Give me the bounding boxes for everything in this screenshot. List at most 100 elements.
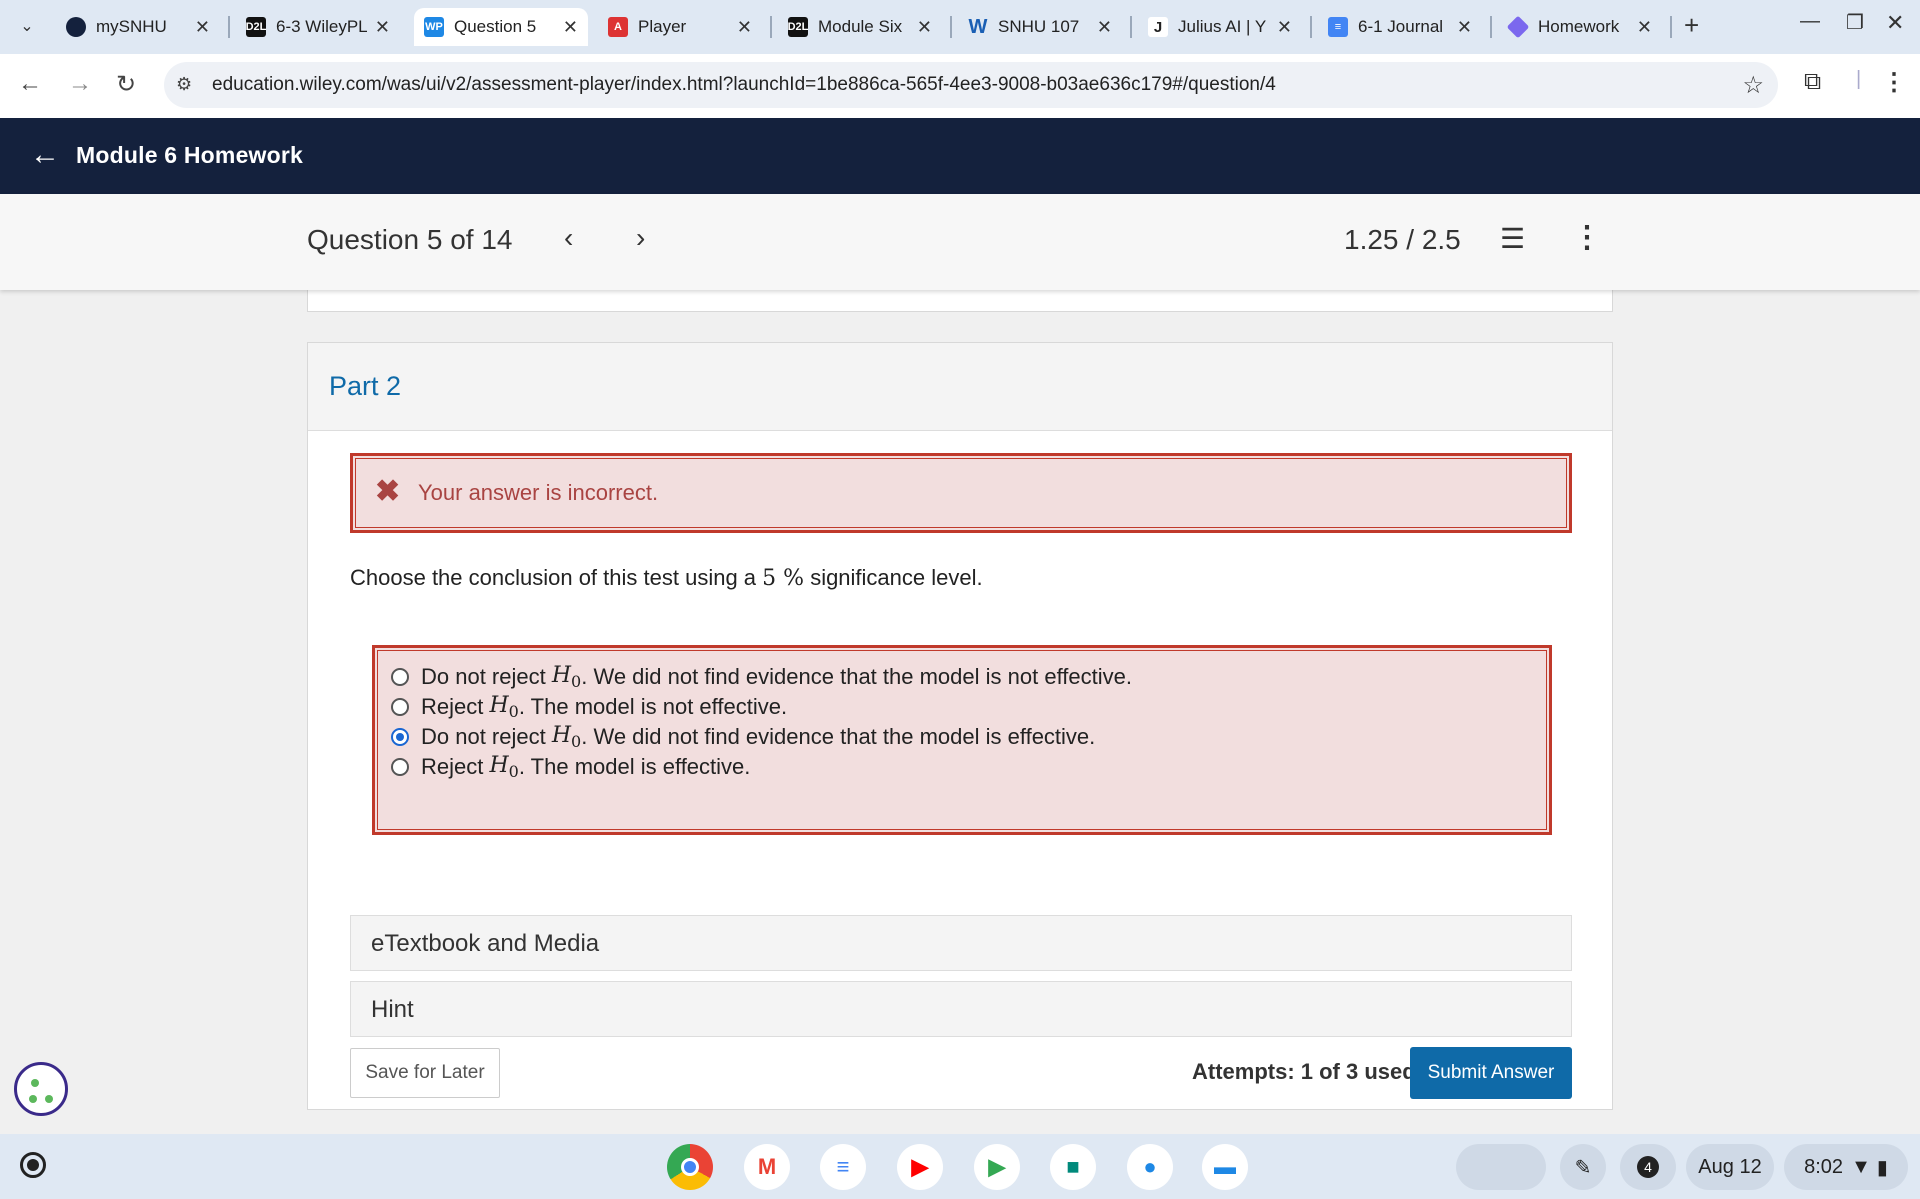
feedback-message: Your answer is incorrect. bbox=[418, 480, 659, 505]
forward-icon[interactable]: → bbox=[68, 70, 92, 98]
close-icon[interactable]: ✕ bbox=[563, 17, 578, 38]
choice-option-1[interactable]: Do not reject H0. We did not find eviden… bbox=[391, 662, 1132, 692]
choice-label-end: . We did not find evidence that the mode… bbox=[581, 664, 1132, 689]
wileyplus-icon: WP bbox=[424, 17, 444, 37]
back-arrow-icon[interactable]: ← bbox=[30, 138, 60, 172]
tab-label: 6-3 WileyPL bbox=[276, 17, 367, 36]
restore-icon[interactable]: ❐ bbox=[1846, 10, 1864, 35]
tab-divider bbox=[1130, 16, 1132, 38]
tab-homework[interactable]: Homework ✕ bbox=[1498, 8, 1662, 46]
choice-option-4[interactable]: Reject H0. The model is effective. bbox=[391, 752, 750, 782]
clock: 8:02 bbox=[1804, 1155, 1844, 1178]
previous-question-chevron-icon[interactable]: ‹ bbox=[564, 222, 573, 254]
tab-player[interactable]: A Player ✕ bbox=[598, 8, 762, 46]
close-window-icon[interactable]: ✕ bbox=[1886, 10, 1904, 36]
radio-button-selected[interactable] bbox=[391, 728, 409, 746]
tab-mysnhu[interactable]: mySNHU ✕ bbox=[56, 8, 220, 46]
page-title[interactable]: Module 6 Homework bbox=[76, 142, 303, 169]
choice-option-3[interactable]: Do not reject H0. We did not find eviden… bbox=[391, 722, 1095, 752]
save-for-later-button[interactable]: Save for Later bbox=[350, 1048, 500, 1098]
docs-icon: ≡ bbox=[1328, 17, 1348, 37]
part-title: Part 2 bbox=[329, 371, 402, 401]
etextbook-accordion[interactable]: eTextbook and Media bbox=[350, 915, 1572, 971]
meet-icon[interactable]: ■ bbox=[1050, 1144, 1096, 1190]
choice-label: Do not reject bbox=[421, 664, 546, 689]
d2l-icon: D2L bbox=[788, 17, 808, 37]
tab-wileypl[interactable]: D2L 6-3 WileyPL ✕ bbox=[236, 8, 400, 46]
minimize-icon[interactable]: — bbox=[1800, 10, 1820, 33]
h0-symbol: H0 bbox=[552, 723, 581, 751]
close-icon[interactable]: ✕ bbox=[737, 17, 752, 38]
hint-label: Hint bbox=[371, 996, 414, 1023]
answer-choices: Do not reject H0. We did not find eviden… bbox=[372, 645, 1552, 835]
chat-icon[interactable]: ● bbox=[1127, 1144, 1173, 1190]
launcher-icon[interactable] bbox=[20, 1152, 46, 1178]
notification-count-badge[interactable]: 4 bbox=[1620, 1144, 1676, 1190]
tab-divider bbox=[1310, 16, 1312, 38]
close-icon[interactable]: ✕ bbox=[195, 17, 210, 38]
main-content: Part 2 ✖ Your answer is incorrect. Choos… bbox=[0, 290, 1920, 1134]
radio-button[interactable] bbox=[391, 758, 409, 776]
submit-answer-button[interactable]: Submit Answer bbox=[1410, 1047, 1572, 1099]
site-settings-icon[interactable]: ⚙ bbox=[176, 74, 192, 95]
hyp-subscript: 0 bbox=[571, 672, 582, 691]
close-icon[interactable]: ✕ bbox=[1277, 17, 1292, 38]
tab-julius-ai[interactable]: J Julius AI | Y ✕ bbox=[1138, 8, 1302, 46]
play-store-icon[interactable]: ▶ bbox=[974, 1144, 1020, 1190]
shield-icon bbox=[66, 17, 86, 37]
close-icon[interactable]: ✕ bbox=[1637, 17, 1652, 38]
h0-symbol: H0 bbox=[489, 693, 518, 721]
tab-snhu-107[interactable]: W SNHU 107 ✕ bbox=[958, 8, 1122, 46]
address-bar[interactable]: ⚙ education.wiley.com/was/ui/v2/assessme… bbox=[164, 62, 1778, 108]
youtube-icon[interactable]: ▶ bbox=[897, 1144, 943, 1190]
close-icon[interactable]: ✕ bbox=[917, 17, 932, 38]
choice-option-2[interactable]: Reject H0. The model is not effective. bbox=[391, 692, 787, 722]
url-text[interactable]: education.wiley.com/was/ui/v2/assessment… bbox=[212, 74, 1276, 96]
tab-label: Question 5 bbox=[454, 17, 537, 36]
radio-button[interactable] bbox=[391, 698, 409, 716]
cookie-settings-icon[interactable] bbox=[14, 1062, 68, 1116]
prompt-text: Choose the conclusion of this test using… bbox=[350, 565, 757, 590]
feedback-alert: ✖ Your answer is incorrect. bbox=[350, 453, 1572, 533]
radio-button[interactable] bbox=[391, 668, 409, 686]
gmail-icon[interactable]: M bbox=[744, 1144, 790, 1190]
question-list-icon[interactable]: ☰ bbox=[1500, 222, 1525, 255]
hint-accordion[interactable]: Hint bbox=[350, 981, 1572, 1037]
date-display[interactable]: Aug 12 bbox=[1686, 1144, 1774, 1190]
back-icon[interactable]: ← bbox=[18, 70, 42, 98]
significance-value: 5 % bbox=[762, 566, 805, 591]
tab-question-5[interactable]: WP Question 5 ✕ bbox=[414, 8, 588, 46]
chrome-icon[interactable] bbox=[667, 1144, 713, 1190]
docs-icon[interactable]: ≡ bbox=[820, 1144, 866, 1190]
choice-label: Do not reject bbox=[421, 724, 546, 749]
close-icon[interactable]: ✕ bbox=[375, 17, 390, 38]
close-icon[interactable]: ✕ bbox=[1097, 17, 1112, 38]
browser-toolbar: ← → ↻ ⚙ education.wiley.com/was/ui/v2/as… bbox=[0, 54, 1920, 118]
hyp-subscript: 0 bbox=[571, 732, 582, 751]
extensions-icon[interactable]: ⧉ bbox=[1804, 68, 1821, 96]
tab-6-1-journal[interactable]: ≡ 6-1 Journal ✕ bbox=[1318, 8, 1482, 46]
tab-strip: ⌄ mySNHU ✕ D2L 6-3 WileyPL ✕ WP Question… bbox=[0, 0, 1920, 54]
status-tray[interactable]: 8:02 ▼ ▮ bbox=[1784, 1144, 1908, 1190]
question-counter: Question 5 of 14 bbox=[307, 224, 513, 255]
holding-space-thumbnail[interactable] bbox=[1456, 1144, 1546, 1190]
tab-search-chevron-icon[interactable]: ⌄ bbox=[14, 14, 40, 40]
choice-label-end: . The model is effective. bbox=[518, 754, 751, 779]
choice-label-end: . The model is not effective. bbox=[518, 694, 788, 719]
error-x-icon: ✖ bbox=[375, 475, 401, 508]
close-icon[interactable]: ✕ bbox=[1457, 17, 1472, 38]
hyp-symbol: H bbox=[489, 753, 509, 778]
files-icon[interactable]: ▬ bbox=[1202, 1144, 1248, 1190]
next-question-chevron-icon[interactable]: › bbox=[636, 222, 645, 254]
toolbar-divider: | bbox=[1856, 68, 1862, 90]
tab-module-six[interactable]: D2L Module Six ✕ bbox=[778, 8, 942, 46]
reload-icon[interactable]: ↻ bbox=[116, 70, 136, 99]
pen-icon[interactable]: ✎ bbox=[1560, 1144, 1606, 1190]
new-tab-button[interactable]: + bbox=[1684, 10, 1699, 41]
d2l-icon: D2L bbox=[246, 17, 266, 37]
more-options-icon[interactable]: ⋮ bbox=[1572, 220, 1602, 255]
bookmark-star-icon[interactable]: ☆ bbox=[1742, 71, 1764, 100]
browser-menu-icon[interactable]: ⋮ bbox=[1882, 68, 1906, 97]
choice-label: Reject bbox=[421, 754, 484, 779]
battery-icon: ▮ bbox=[1876, 1156, 1888, 1179]
